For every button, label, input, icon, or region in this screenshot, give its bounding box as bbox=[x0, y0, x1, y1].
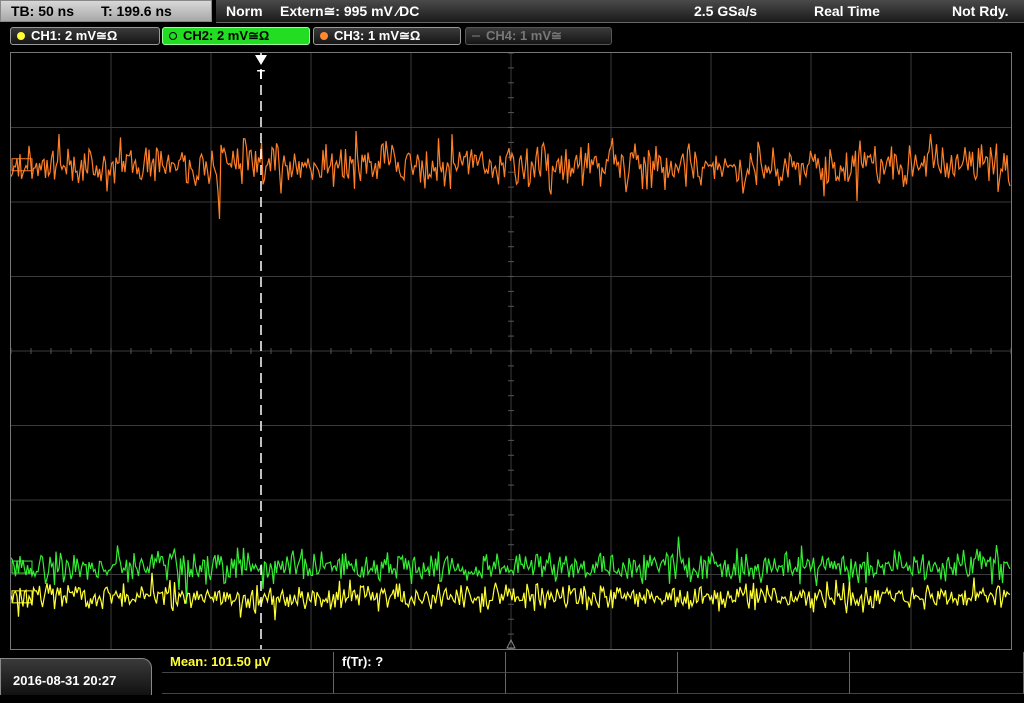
ch1-indicator-icon bbox=[17, 32, 25, 40]
ch3-indicator-icon bbox=[320, 32, 328, 40]
timebase-value: TB: 50 ns bbox=[11, 3, 75, 19]
measurement-slot-4[interactable] bbox=[678, 652, 850, 673]
datetime-display: 2016-08-31 20:27 bbox=[0, 658, 152, 695]
ch2-indicator-icon bbox=[169, 32, 177, 40]
graticule-grid bbox=[11, 53, 1011, 649]
measurement-slot-5[interactable] bbox=[850, 652, 1024, 673]
channel-reference-markers bbox=[11, 158, 33, 604]
channel-1-tab[interactable]: CH1: 2 mV≅Ω bbox=[10, 27, 160, 45]
measurement-slot-10[interactable] bbox=[850, 673, 1024, 694]
frequency-measurement[interactable]: f(Tr): ? bbox=[334, 652, 506, 673]
measurement-slot-3[interactable] bbox=[506, 652, 678, 673]
timebase-panel[interactable]: TB: 50 ns T: 199.6 ns bbox=[0, 0, 212, 22]
channel-4-tab[interactable]: CH4: 1 mV≅ bbox=[465, 27, 612, 45]
bottom-bar: 2016-08-31 20:27 Mean: 101.50 µV f(Tr): … bbox=[0, 652, 1024, 695]
ch3-label: CH3: 1 mV≅Ω bbox=[334, 28, 421, 43]
channel-3-tab[interactable]: CH3: 1 mV≅Ω bbox=[313, 27, 461, 45]
ch3-reference-icon bbox=[11, 158, 33, 172]
ch2-label: CH2: 2 mV≅Ω bbox=[183, 28, 270, 43]
trigger-arrow-icon bbox=[255, 55, 267, 65]
sample-rate: 2.5 GSa/s bbox=[694, 3, 758, 19]
trigger-t-icon: T bbox=[257, 67, 265, 82]
waveform-svg: T bbox=[11, 53, 1011, 649]
trigger-mode: Norm bbox=[226, 3, 263, 19]
measurement-slot-8[interactable] bbox=[506, 673, 678, 694]
trigger-source: Extern≅: 995 mV ⁄DC bbox=[280, 3, 420, 19]
measurement-slot-6[interactable] bbox=[162, 673, 334, 694]
channel-2-tab[interactable]: CH2: 2 mV≅Ω bbox=[162, 27, 310, 45]
ch4-label: CH4: 1 mV≅ bbox=[486, 28, 562, 43]
ch1-label: CH1: 2 mV≅Ω bbox=[31, 28, 118, 43]
mean-measurement[interactable]: Mean: 101.50 µV bbox=[162, 652, 334, 673]
trigger-status-panel[interactable]: Norm Extern≅: 995 mV ⁄DC 2.5 GSa/s Real … bbox=[216, 0, 1024, 23]
measurement-panel[interactable]: Mean: 101.50 µV f(Tr): ? bbox=[162, 652, 1024, 695]
waveform-display[interactable]: T bbox=[10, 52, 1012, 650]
acquisition-status: Not Rdy. bbox=[952, 3, 1009, 19]
acquisition-mode: Real Time bbox=[814, 3, 880, 19]
measurement-slot-9[interactable] bbox=[678, 673, 850, 694]
measurement-slot-7[interactable] bbox=[334, 673, 506, 694]
top-status-bar: TB: 50 ns T: 199.6 ns Norm Extern≅: 995 … bbox=[0, 0, 1024, 24]
ch4-indicator-icon bbox=[472, 35, 480, 37]
channel-bar: CH1: 2 mV≅Ω CH2: 2 mV≅Ω CH3: 1 mV≅Ω CH4:… bbox=[0, 24, 1024, 48]
trigger-time-value: T: 199.6 ns bbox=[101, 3, 172, 19]
